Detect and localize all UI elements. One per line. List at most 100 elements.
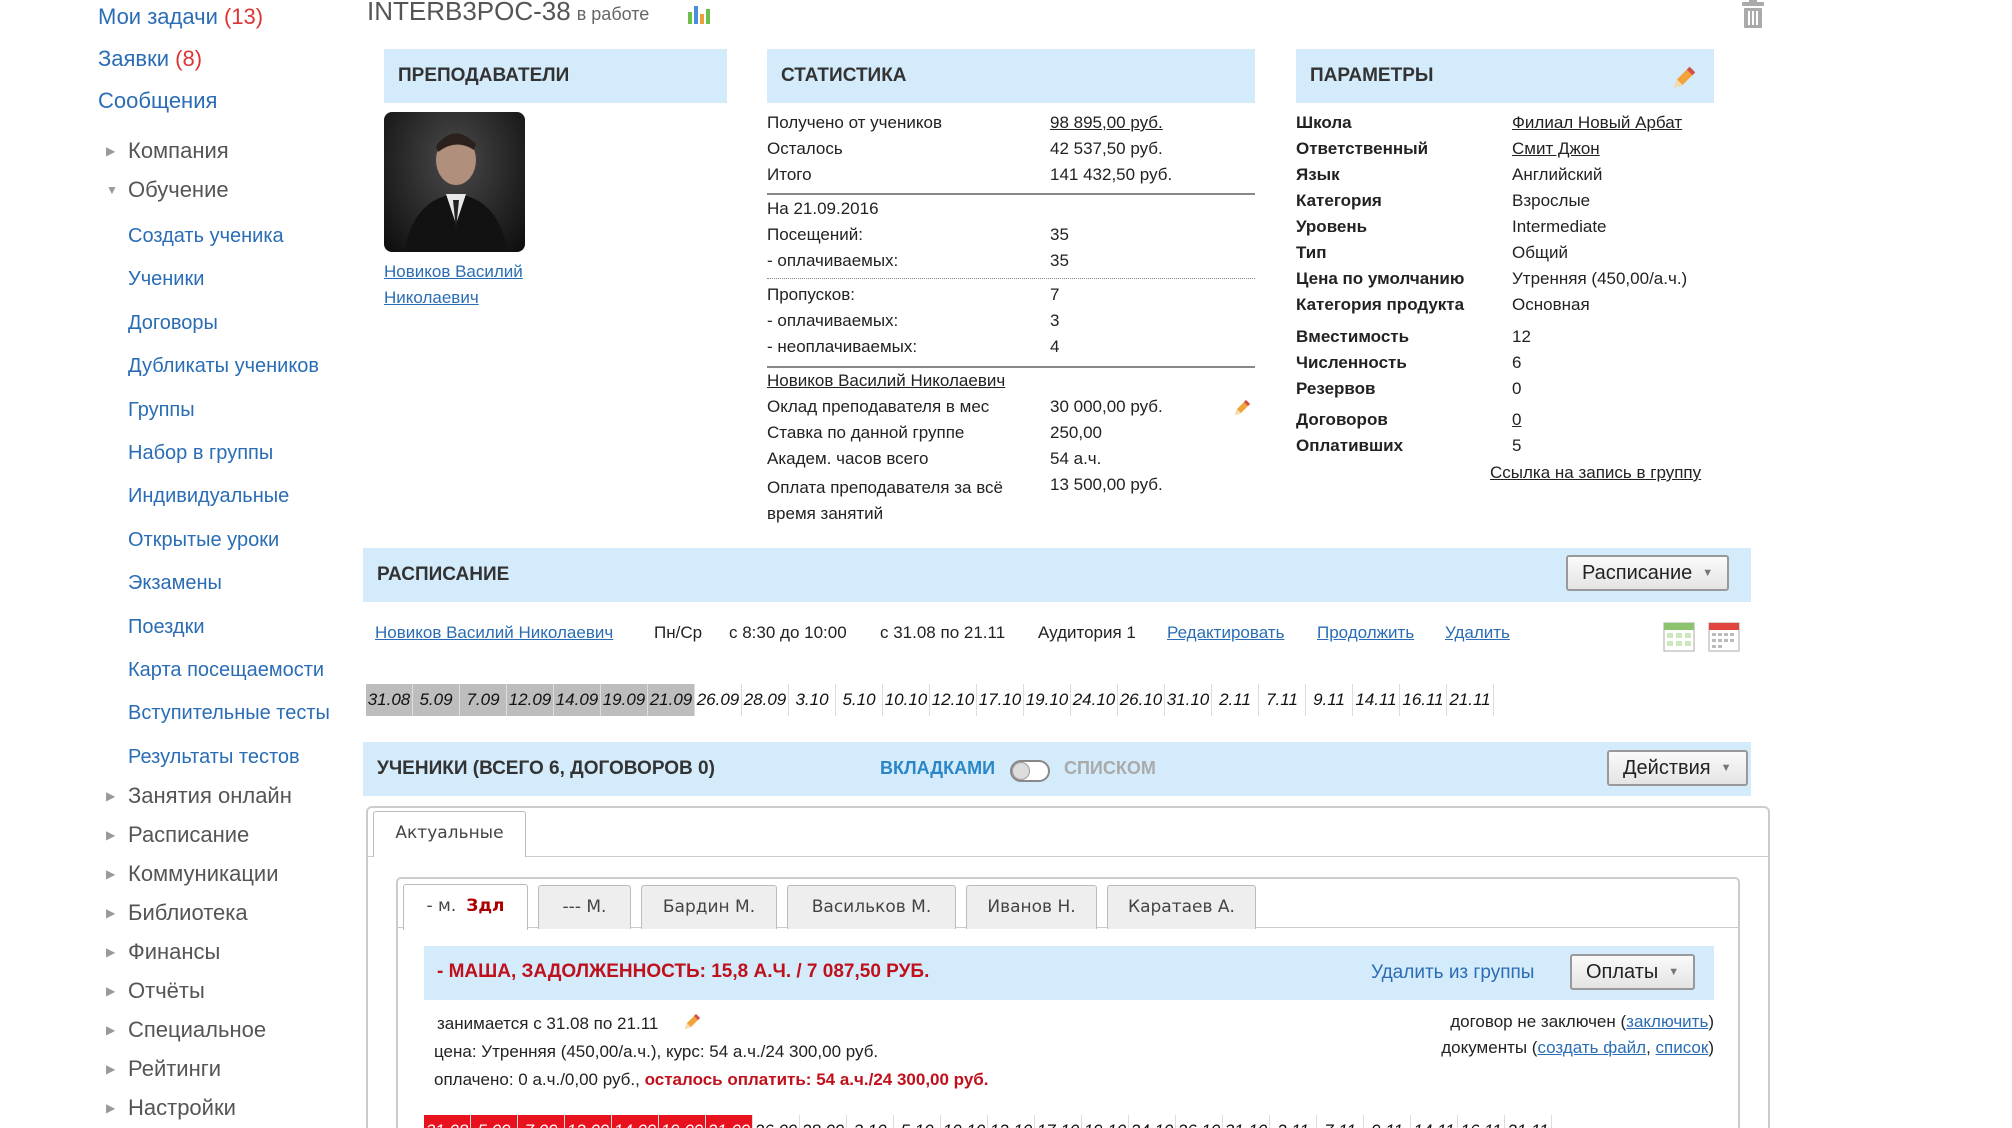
sidebar-subitem[interactable]: Карта посещаемости bbox=[128, 659, 324, 682]
sidebar-subitem[interactable]: Дубликаты учеников bbox=[128, 355, 319, 378]
received-link[interactable]: 98 895,00 руб. bbox=[1050, 113, 1163, 133]
sidebar-section[interactable]: ▶ Библиотека bbox=[106, 900, 248, 926]
sidebar-subitem[interactable]: Вступительные тесты bbox=[128, 702, 330, 725]
date-cell[interactable]: 19.10 bbox=[1082, 1115, 1129, 1128]
date-cell[interactable]: 19.10 bbox=[1024, 684, 1071, 716]
date-cell[interactable]: 14.09 bbox=[554, 684, 601, 716]
sidebar-section[interactable]: ▶ Отчёты bbox=[106, 978, 205, 1004]
sidebar-section[interactable]: ▶ Рейтинги bbox=[106, 1056, 221, 1082]
date-cell[interactable]: 26.09 bbox=[753, 1115, 800, 1128]
date-cell[interactable]: 2.11 bbox=[1212, 684, 1259, 716]
sidebar-subitem[interactable]: Поездки bbox=[128, 616, 205, 639]
date-cell[interactable]: 3.10 bbox=[847, 1115, 894, 1128]
calendar-red-icon[interactable] bbox=[1708, 620, 1740, 652]
sidebar-item-messages[interactable]: Сообщения bbox=[98, 88, 217, 114]
student-tab[interactable]: Васильков М. bbox=[787, 885, 956, 929]
schedule-extend-link[interactable]: Продолжить bbox=[1317, 623, 1414, 643]
tab-actual[interactable]: Актуальные bbox=[373, 811, 526, 857]
date-cell[interactable]: 31.10 bbox=[1165, 684, 1212, 716]
sidebar-item-my-tasks[interactable]: Мои задачи (13) bbox=[98, 4, 263, 30]
sidebar-subitem[interactable]: Экзамены bbox=[128, 572, 222, 595]
date-cell[interactable]: 24.10 bbox=[1071, 684, 1118, 716]
sidebar-section-company[interactable]: ▶ Компания bbox=[106, 138, 229, 164]
date-cell[interactable]: 9.11 bbox=[1364, 1115, 1411, 1128]
date-cell[interactable]: 7.11 bbox=[1259, 684, 1306, 716]
calendar-green-icon[interactable] bbox=[1663, 620, 1695, 652]
schedule-delete-link[interactable]: Удалить bbox=[1445, 623, 1510, 643]
stats-teacher-link[interactable]: Новиков Василий Николаевич bbox=[767, 371, 1005, 391]
date-cell[interactable]: 17.10 bbox=[1035, 1115, 1082, 1128]
sidebar-section[interactable]: ▶ Расписание bbox=[106, 822, 249, 848]
date-cell[interactable]: 5.10 bbox=[894, 1115, 941, 1128]
date-cell[interactable]: 5.09 bbox=[471, 1115, 518, 1128]
date-cell[interactable]: 12.09 bbox=[507, 684, 554, 716]
date-cell[interactable]: 5.10 bbox=[836, 684, 883, 716]
teacher-avatar[interactable] bbox=[384, 112, 525, 252]
date-cell[interactable]: 26.10 bbox=[1176, 1115, 1223, 1128]
date-cell[interactable]: 2.11 bbox=[1270, 1115, 1317, 1128]
date-cell[interactable]: 24.10 bbox=[1129, 1115, 1176, 1128]
sidebar-section[interactable]: ▶ Коммуникации bbox=[106, 861, 279, 887]
date-cell[interactable]: 28.09 bbox=[800, 1115, 847, 1128]
view-toggle[interactable] bbox=[1010, 760, 1050, 782]
student-tab[interactable]: Иванов Н. bbox=[966, 885, 1097, 929]
date-cell[interactable]: 21.11 bbox=[1447, 684, 1494, 716]
date-cell[interactable]: 16.11 bbox=[1458, 1115, 1505, 1128]
pencil-icon[interactable] bbox=[1232, 398, 1252, 418]
sidebar-section[interactable]: ▶ Финансы bbox=[106, 939, 220, 965]
date-cell[interactable]: 10.10 bbox=[941, 1115, 988, 1128]
date-cell[interactable]: 7.09 bbox=[518, 1115, 565, 1128]
signup-link[interactable]: Ссылка на запись в группу bbox=[1490, 463, 1701, 483]
date-cell[interactable]: 12.10 bbox=[930, 684, 977, 716]
sidebar-section-education[interactable]: ▼ Обучение bbox=[106, 177, 229, 203]
create-file-link[interactable]: создать файл bbox=[1537, 1038, 1646, 1057]
date-cell[interactable]: 7.09 bbox=[460, 684, 507, 716]
trash-icon[interactable] bbox=[1740, 0, 1766, 28]
teacher-name-link[interactable]: Новиков Василий Николаевич bbox=[384, 259, 523, 311]
make-contract-link[interactable]: заключить bbox=[1626, 1012, 1708, 1031]
date-cell[interactable]: 16.11 bbox=[1400, 684, 1447, 716]
date-cell[interactable]: 31.10 bbox=[1223, 1115, 1270, 1128]
sidebar-subitem[interactable]: Открытые уроки bbox=[128, 529, 279, 552]
date-cell[interactable]: 28.09 bbox=[742, 684, 789, 716]
schedule-dropdown-button[interactable]: Расписание ▼ bbox=[1566, 555, 1730, 591]
date-cell[interactable]: 26.09 bbox=[695, 684, 742, 716]
sidebar-subitem[interactable]: Создать ученика bbox=[128, 225, 284, 248]
resp-link[interactable]: Смит Джон bbox=[1512, 139, 1600, 159]
date-cell[interactable]: 21.09 bbox=[648, 684, 695, 716]
date-cell[interactable]: 14.09 bbox=[612, 1115, 659, 1128]
docs-list-link[interactable]: список bbox=[1656, 1038, 1709, 1057]
date-cell[interactable]: 21.11 bbox=[1505, 1115, 1552, 1128]
date-cell[interactable]: 19.09 bbox=[659, 1115, 706, 1128]
date-cell[interactable]: 31.08 bbox=[424, 1115, 471, 1128]
sidebar-subitem[interactable]: Набор в группы bbox=[128, 442, 273, 465]
sidebar-item-requests[interactable]: Заявки (8) bbox=[98, 46, 202, 72]
sidebar-subitem[interactable]: Результаты тестов bbox=[128, 746, 300, 769]
date-cell[interactable]: 14.11 bbox=[1353, 684, 1400, 716]
sidebar-subitem[interactable]: Договоры bbox=[128, 312, 218, 335]
date-cell[interactable]: 10.10 bbox=[883, 684, 930, 716]
edit-pencil-icon[interactable] bbox=[1670, 64, 1698, 92]
date-cell[interactable]: 17.10 bbox=[977, 684, 1024, 716]
stats-chart-icon[interactable] bbox=[686, 0, 712, 26]
date-cell[interactable]: 31.08 bbox=[366, 684, 413, 716]
view-tabs-label[interactable]: ВКЛАДКАМИ bbox=[880, 758, 995, 779]
date-cell[interactable]: 14.11 bbox=[1411, 1115, 1458, 1128]
student-tab[interactable]: Бардин М. bbox=[641, 885, 777, 929]
date-cell[interactable]: 12.09 bbox=[565, 1115, 612, 1128]
student-tab[interactable]: Каратаев А. bbox=[1107, 885, 1256, 929]
date-cell[interactable]: 12.10 bbox=[988, 1115, 1035, 1128]
sidebar-section[interactable]: ▶ Занятия онлайн bbox=[106, 783, 292, 809]
sidebar-section[interactable]: ▶ Настройки bbox=[106, 1095, 236, 1121]
date-cell[interactable]: 21.09 bbox=[706, 1115, 753, 1128]
sidebar-subitem[interactable]: Группы bbox=[128, 399, 195, 422]
sidebar-section[interactable]: ▶ Специальное bbox=[106, 1017, 266, 1043]
date-cell[interactable]: 5.09 bbox=[413, 684, 460, 716]
sidebar-subitem[interactable]: Индивидуальные bbox=[128, 485, 289, 508]
contracts-link[interactable]: 0 bbox=[1512, 410, 1521, 430]
pencil-icon[interactable] bbox=[682, 1012, 702, 1032]
student-tab[interactable]: --- М. bbox=[538, 885, 631, 929]
school-link[interactable]: Филиал Новый Арбат bbox=[1512, 113, 1682, 133]
payments-dropdown-button[interactable]: Оплаты ▼ bbox=[1570, 954, 1696, 990]
actions-dropdown-button[interactable]: Действия ▼ bbox=[1607, 750, 1748, 786]
